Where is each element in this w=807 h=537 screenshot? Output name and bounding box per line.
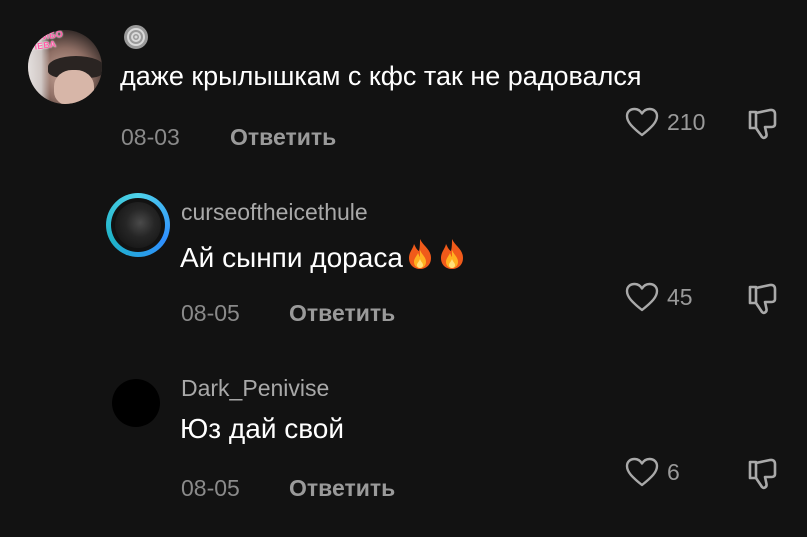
reply-button[interactable]: Ответить: [289, 299, 395, 327]
thumbs-down-icon[interactable]: [744, 281, 780, 317]
like-count: 210: [667, 109, 706, 135]
comment-text-content: Ай сынпи дораса: [180, 242, 403, 273]
avatar-story-ring[interactable]: [106, 193, 170, 257]
fire-emoji-icon: [408, 239, 431, 269]
comment-date: 08-05: [181, 475, 240, 501]
reply-button[interactable]: Ответить: [230, 123, 336, 151]
lollipop-badge-icon: [124, 25, 148, 49]
avatar-face: [54, 70, 94, 104]
comment-date: 08-05: [181, 300, 240, 326]
like-count: 45: [667, 284, 693, 310]
heart-icon[interactable]: [624, 106, 660, 138]
username[interactable]: curseoftheicethule: [181, 198, 368, 226]
fire-emoji-icon: [440, 239, 463, 269]
avatar[interactable]: [112, 379, 160, 427]
thumbs-down-icon[interactable]: [744, 456, 780, 492]
heart-icon[interactable]: [624, 456, 660, 488]
comment-date: 08-03: [121, 124, 180, 150]
comment-text: Ай сынпи дораса: [180, 237, 467, 276]
avatar: [115, 202, 161, 248]
thumbs-down-icon[interactable]: [744, 106, 780, 142]
avatar-sticker-text: АСИБО ЛЕВА: [29, 30, 65, 52]
comment-text: Юз дай свой: [180, 413, 345, 444]
comment-text: даже крылышкам с кфс так не радовался: [120, 61, 642, 91]
like-count: 6: [667, 459, 680, 485]
avatar[interactable]: АСИБО ЛЕВА: [28, 30, 102, 104]
reply-button[interactable]: Ответить: [289, 474, 395, 502]
username[interactable]: Dark_Penivise: [181, 374, 329, 402]
heart-icon[interactable]: [624, 281, 660, 313]
